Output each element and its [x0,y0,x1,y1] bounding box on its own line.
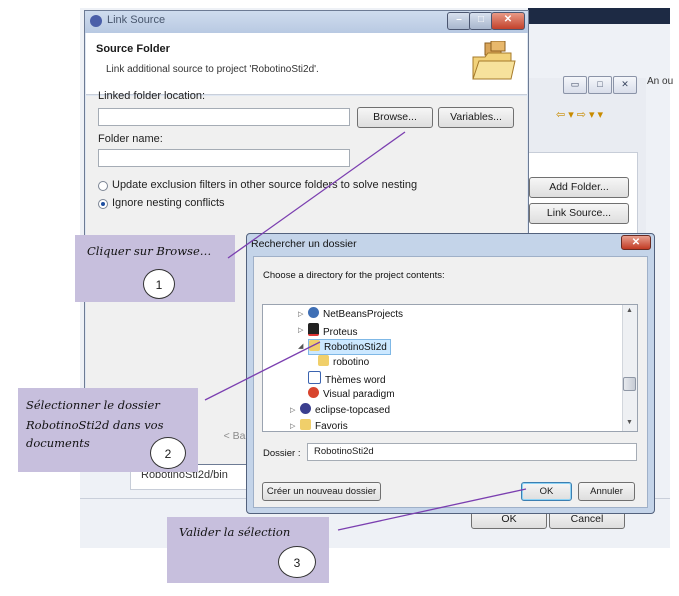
update-exclusion-radio[interactable] [98,181,108,191]
tree-item[interactable]: Favoris [300,419,348,432]
dialog-window-controls: – □ ✕ [447,12,525,30]
globe-icon [308,307,319,318]
tree-item[interactable]: Visual paradigm [308,387,395,403]
scroll-up-icon[interactable]: ▲ [626,307,633,314]
expand-arrow-icon[interactable]: ▷ [298,323,303,339]
folder-name-input[interactable] [98,149,350,167]
annotation-text-line1: Sélectionner le dossier [26,398,160,412]
eclipse-window-controls: ▭ □ ✕ [563,76,639,94]
minimize-icon[interactable]: ▭ [563,76,587,94]
add-folder-button[interactable]: Add Folder... [529,177,629,198]
tree-item-label: Thèmes word [325,375,386,386]
variables-button[interactable]: Variables... [438,107,514,128]
annotation-text-line3: documents [26,436,90,450]
maximize-icon[interactable]: □ [588,76,612,94]
maximize-icon[interactable]: □ [469,12,493,30]
expand-arrow-icon[interactable]: ▷ [298,307,303,323]
word-icon [308,371,321,384]
annotation-text-line2: RobotinoSti2d dans vos [26,418,164,432]
eclipse-titlebar [528,8,670,24]
step-number: 2 [150,437,186,469]
dialog-titlebar: Link Source – □ ✕ [85,11,528,33]
tree-item[interactable]: NetBeansProjects [308,307,403,323]
step-number: 3 [278,546,316,578]
folder-label: Dossier : [263,448,301,459]
update-exclusion-label: Update exclusion filters in other source… [112,179,418,191]
expand-arrow-icon[interactable]: ▷ [290,403,295,419]
star-folder-icon [300,419,311,430]
folder-icon [309,340,320,351]
ok-button[interactable]: OK [521,482,572,501]
folder-name-label: Folder name: [98,133,163,145]
tree-item-label: NetBeansProjects [323,309,404,320]
annotation-1: Cliquer sur Browse… 1 [75,235,235,302]
folder-tree[interactable]: ▷ NetBeansProjects ▷ Proteus ◢ RobotinoS… [262,304,638,432]
annotation-text: Valider la sélection [179,525,291,539]
close-icon[interactable]: ✕ [621,235,651,250]
linked-folder-label: Linked folder location: [98,90,206,102]
tree-item-selected[interactable]: RobotinoSti2d [308,339,391,355]
proteus-icon [308,323,319,336]
browse-button[interactable]: Browse... [357,107,433,128]
header-description: Link additional source to project 'Robot… [106,64,319,75]
dialog-title: Link Source [107,14,166,26]
close-icon[interactable]: ✕ [613,76,637,94]
eclipse-icon [300,403,311,414]
tree-item[interactable]: Thèmes word [308,371,386,387]
eclipse-icon [90,15,102,27]
dialog-header: Source Folder Link additional source to … [86,33,527,95]
tree-item[interactable]: robotino [318,355,369,371]
nav-arrows-icon[interactable]: ⇦▾⇨▾▾ [556,108,636,124]
link-source-button[interactable]: Link Source... [529,203,629,224]
annotation-3: Valider la sélection 3 [167,517,329,583]
header-title: Source Folder [96,43,170,55]
panel-corner-text: An ou [647,76,674,87]
dialog-title: Rechercher un dossier [251,238,357,250]
dialog-description: Choose a directory for the project conte… [263,270,445,281]
minimize-icon[interactable]: – [447,12,471,30]
expand-arrow-icon[interactable]: ▷ [290,419,295,431]
folder-input[interactable]: RobotinoSti2d [307,443,637,461]
linked-folder-input[interactable] [98,108,350,126]
vp-icon [308,387,319,398]
new-folder-button[interactable]: Créer un nouveau dossier [262,482,381,501]
annotation-text: Cliquer sur Browse… [87,244,212,258]
ignore-nesting-label: Ignore nesting conflicts [112,197,225,209]
cancel-button[interactable]: Annuler [578,482,635,501]
tree-item-label: Favoris [315,421,348,432]
scroll-thumb[interactable] [623,377,636,391]
tree-item-label: Proteus [323,327,358,338]
tree-item-label: robotino [333,357,370,368]
scroll-down-icon[interactable]: ▼ [626,419,633,426]
ignore-nesting-radio[interactable] [98,199,108,209]
folder-icon [472,41,516,80]
folder-icon [318,355,329,366]
collapse-arrow-icon[interactable]: ◢ [298,339,303,355]
step-number: 1 [143,269,175,299]
close-icon[interactable]: ✕ [491,12,525,30]
tree-item-label: RobotinoSti2d [324,342,387,353]
tree-item[interactable]: eclipse-topcased [300,403,390,419]
tree-scrollbar[interactable]: ▲ ▼ [622,305,637,431]
tree-item-label: eclipse-topcased [315,405,391,416]
tree-item-label: Visual paradigm [323,389,395,400]
tree-item[interactable]: Proteus [308,323,357,339]
